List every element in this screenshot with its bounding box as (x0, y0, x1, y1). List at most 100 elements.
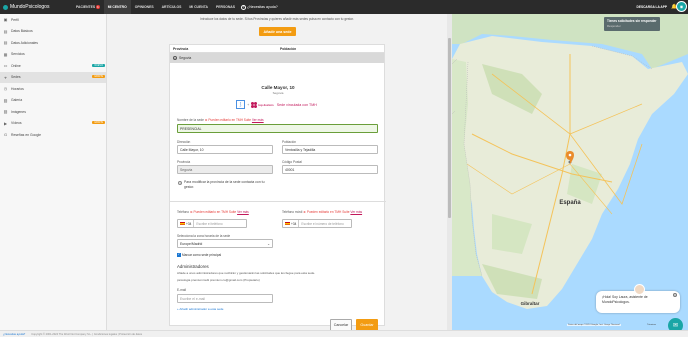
tmh-warning: Pueden editarlo en TMH Suite (208, 118, 252, 122)
monitor-icon: ▭ (3, 63, 8, 69)
timezone-select[interactable]: Europe/Madrid ⌄ (177, 239, 273, 248)
collapse-icon[interactable]: − (173, 56, 177, 60)
tab-pacientes-label: PACIENTES (76, 5, 96, 9)
integration-logos: ⟆ + top doctors Sede vinculada con TMH (236, 99, 320, 110)
country-prefix-select[interactable]: +34 (283, 220, 300, 227)
admins-description: Añade a unos administradores que recibir… (177, 271, 316, 275)
column-poblacion: Población (280, 46, 297, 51)
chevron-down-icon: ⌄ (267, 241, 270, 246)
tmh-warning: Pueden editarlo en TMH Suite (306, 210, 350, 214)
notification-badge: 1 (96, 5, 100, 9)
chat-message: ¡Hola! Soy Laura, asistente de MundoPsic… (602, 295, 648, 304)
tab-articulos[interactable]: ARTÍCULOS (158, 0, 186, 14)
new-badge: NUEVO (92, 63, 105, 67)
clock-icon: ◷ (3, 86, 8, 92)
scrollbar-thumb[interactable] (448, 38, 451, 218)
email-label: E-mail (177, 288, 187, 292)
sidebar: ▣ Perfil ▤ Datos Básicos ▤ Datos Adicionale… (0, 14, 107, 330)
admins-title: Administradores (177, 264, 209, 269)
tab-opiniones-label: OPINIONES (134, 5, 154, 9)
country-prefix-select[interactable]: +34 (178, 220, 195, 227)
address-subtitle: Segovia (272, 91, 284, 95)
gallery-icon: ▧ (3, 97, 8, 103)
map[interactable]: España Gibraltar Datos del mapa ©2024 Go… (452, 14, 688, 330)
sidebar-item-videos[interactable]: ▶ Vídeos GRATIS (0, 118, 106, 130)
profile-icon: ▣ (3, 17, 8, 23)
movil-field[interactable]: +34 Escribe el número de teléfono (282, 219, 352, 228)
sidebar-item-horarios[interactable]: ◷ Horarios (0, 83, 106, 95)
ver-mas-link[interactable]: Ver más (350, 210, 362, 214)
ver-mas-link[interactable]: Ver más (237, 210, 249, 214)
primary-sede-checkbox[interactable]: ✓ Marcar como sede principal (177, 253, 221, 257)
divider (170, 201, 386, 202)
user-avatar[interactable]: ◉ (676, 1, 687, 12)
sidebar-item-sedes[interactable]: ⌖ Sedes GRATIS (0, 71, 106, 83)
help-link[interactable]: ? ¿Necesitas ayuda? (241, 4, 278, 10)
ver-mas-link[interactable]: Ver más (252, 118, 264, 122)
prefix-value: +34 (186, 221, 192, 226)
sidebar-item-label: Horarios (11, 86, 24, 91)
primary-sede-label: Marcar como sede principal (182, 253, 222, 257)
sidebar-item-online[interactable]: ▭ Online NUEVO (0, 60, 106, 72)
sidebar-item-label: Datos Adicionales (11, 40, 38, 45)
map-canvas: España Gibraltar (452, 14, 688, 330)
table-header: Provincia Población (170, 45, 384, 53)
tab-mi-cuenta-label: MI CUENTA (189, 5, 208, 9)
sede-row[interactable]: − Segovia (170, 53, 384, 63)
video-icon: ▶ (3, 120, 8, 126)
top-doctors-icon (251, 101, 258, 108)
provincia-label: Provincia (177, 160, 191, 164)
sidebar-item-label: Imágenes (11, 109, 26, 114)
tab-mi-centro[interactable]: MI CENTRO (103, 0, 131, 14)
tab-pacientes[interactable]: PACIENTES 1 (72, 0, 104, 14)
address-title: Calle Mayor, 10 (261, 85, 295, 90)
sidebar-item-label: Online (11, 63, 21, 68)
toast-title: Tienes solicitudes sin responder (607, 19, 657, 23)
add-admin-link[interactable]: + Añadir administrador a esta sede (177, 307, 223, 311)
codigo-postal-field[interactable]: 40001 (282, 165, 378, 174)
brand-name: MundoPsicologos (10, 4, 50, 10)
add-sede-button[interactable]: Añadir una sede (259, 27, 296, 36)
spain-flag-icon (285, 221, 290, 226)
assistant-avatar (634, 284, 645, 295)
download-app-link[interactable]: DESCARGA LA APP (637, 5, 667, 9)
provincia-notice: i Para modificar la provincia de la sede… (178, 180, 270, 190)
poblacion-field[interactable]: Ventosilla y Tejadilla (282, 145, 378, 154)
location-pin-icon: ⌖ (4, 74, 7, 80)
brand-logo[interactable]: MundoPsicologos (0, 4, 72, 10)
map-terms-link[interactable]: Términos (647, 324, 656, 326)
sidebar-item-imagenes[interactable]: ▨ Imágenes (0, 106, 106, 118)
email-input[interactable]: Escribe el e-mail (177, 294, 273, 303)
notification-toast[interactable]: Tienes solicitudes sin responder Respond… (604, 17, 660, 31)
provincia-field: Segovia (177, 165, 273, 174)
services-icon: ▦ (3, 51, 8, 57)
sidebar-item-servicios[interactable]: ▦ Servicios (0, 49, 106, 61)
sidebar-item-perfil[interactable]: ▣ Perfil (0, 14, 106, 26)
toast-subtitle[interactable]: Responder (607, 24, 657, 28)
free-badge: GRATIS (92, 75, 105, 78)
info-icon: i (178, 181, 182, 185)
tab-mi-cuenta[interactable]: MI CUENTA (185, 0, 212, 14)
sidebar-item-datos-basicos[interactable]: ▤ Datos Básicos (0, 26, 106, 38)
timezone-label: Selecciona la zona horaria de la sede (177, 234, 231, 238)
sede-row-label: Segovia (179, 56, 192, 60)
document-icon: ▤ (3, 28, 8, 34)
direccion-field[interactable]: Calle Mayor, 10 (177, 145, 273, 154)
top-doctors-logo: top doctors (251, 101, 274, 108)
tab-opiniones[interactable]: OPINIONES (131, 0, 158, 14)
main-content: Introduce los datos de tu sede. Si tus P… (107, 14, 452, 331)
tab-personas[interactable]: PERSONAS (212, 0, 239, 14)
provincia-notice-text: Para modificar la provincia de la sede c… (184, 180, 265, 189)
tab-personas-label: PERSONAS (215, 5, 235, 9)
movil-label: Teléfono móvil ⊗ Pueden editarlo en TMH … (282, 210, 362, 214)
tmh-warning: Pueden editarlo en TMH Suite (193, 210, 237, 214)
footer-help-link[interactable]: ¿Necesitas ayuda? (3, 333, 25, 336)
map-label-spain: España (559, 200, 581, 206)
telefono-field[interactable]: +34 Escribe el teléfono (177, 219, 247, 228)
sidebar-item-galeria[interactable]: ▧ Galería (0, 95, 106, 107)
nombre-field[interactable]: PRESENCIAL (177, 124, 378, 133)
close-icon[interactable]: × (673, 293, 677, 297)
spain-flag-icon (180, 221, 185, 226)
sidebar-item-resenas-google[interactable]: G Reseñas en Google (0, 129, 106, 141)
sidebar-item-datos-adicionales[interactable]: ▤ Datos Adicionales (0, 37, 106, 49)
